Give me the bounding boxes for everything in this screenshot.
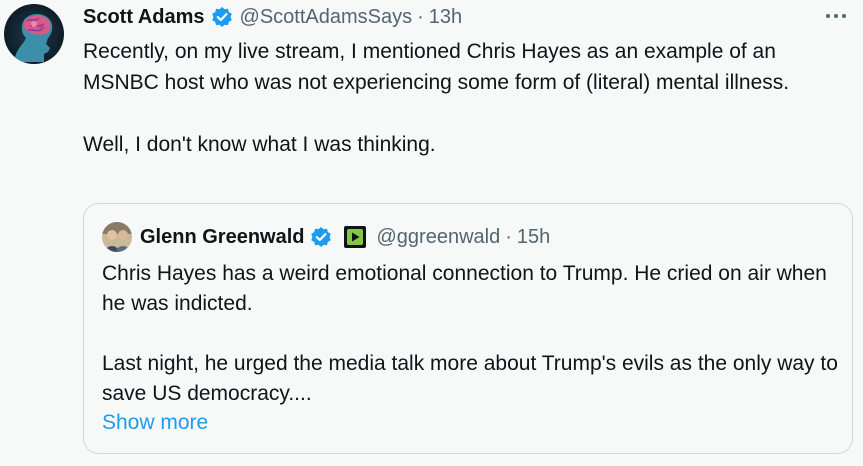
quoted-tweet-text: Chris Hayes has a weird emotional connec…: [102, 259, 842, 409]
quoted-author-name[interactable]: Glenn Greenwald: [140, 226, 304, 249]
quoted-paragraph: Last night, he urged the media talk more…: [102, 352, 838, 405]
quoted-tweet-header: Glenn Greenwald @ggreenwald · 15h: [102, 222, 550, 252]
quoted-avatar[interactable]: [102, 222, 132, 252]
avatar[interactable]: [4, 4, 64, 64]
author-name[interactable]: Scott Adams: [83, 6, 205, 29]
tweet-time[interactable]: 13h: [429, 6, 462, 29]
tweet-paragraph: Well, I don't know what I was thinking.: [83, 133, 436, 156]
quoted-paragraph: Chris Hayes has a weird emotional connec…: [102, 262, 827, 315]
author-handle[interactable]: @ScottAdamsSays: [240, 6, 413, 29]
quoted-author-handle[interactable]: @ggreenwald: [376, 226, 500, 249]
tweet[interactable]: Scott Adams @ScottAdamsSays · 13h Recent…: [0, 0, 863, 466]
quoted-tweet[interactable]: Glenn Greenwald @ggreenwald · 15h Chris …: [83, 203, 853, 454]
verified-badge-icon[interactable]: [310, 226, 332, 248]
tweet-text: Recently, on my live stream, I mentioned…: [83, 36, 853, 160]
separator-dot: ·: [505, 225, 512, 248]
tweet-paragraph: Recently, on my live stream, I mentioned…: [83, 40, 790, 94]
brain-portrait-icon: [4, 4, 64, 64]
tweet-header: Scott Adams @ScottAdamsSays · 13h: [83, 4, 462, 30]
rumble-icon[interactable]: [344, 226, 367, 248]
show-more-link[interactable]: Show more: [102, 408, 208, 438]
more-horizontal-icon[interactable]: [823, 6, 849, 26]
quoted-tweet-time[interactable]: 15h: [517, 226, 550, 249]
verified-badge-icon[interactable]: [211, 6, 233, 28]
separator-dot: ·: [417, 5, 424, 28]
